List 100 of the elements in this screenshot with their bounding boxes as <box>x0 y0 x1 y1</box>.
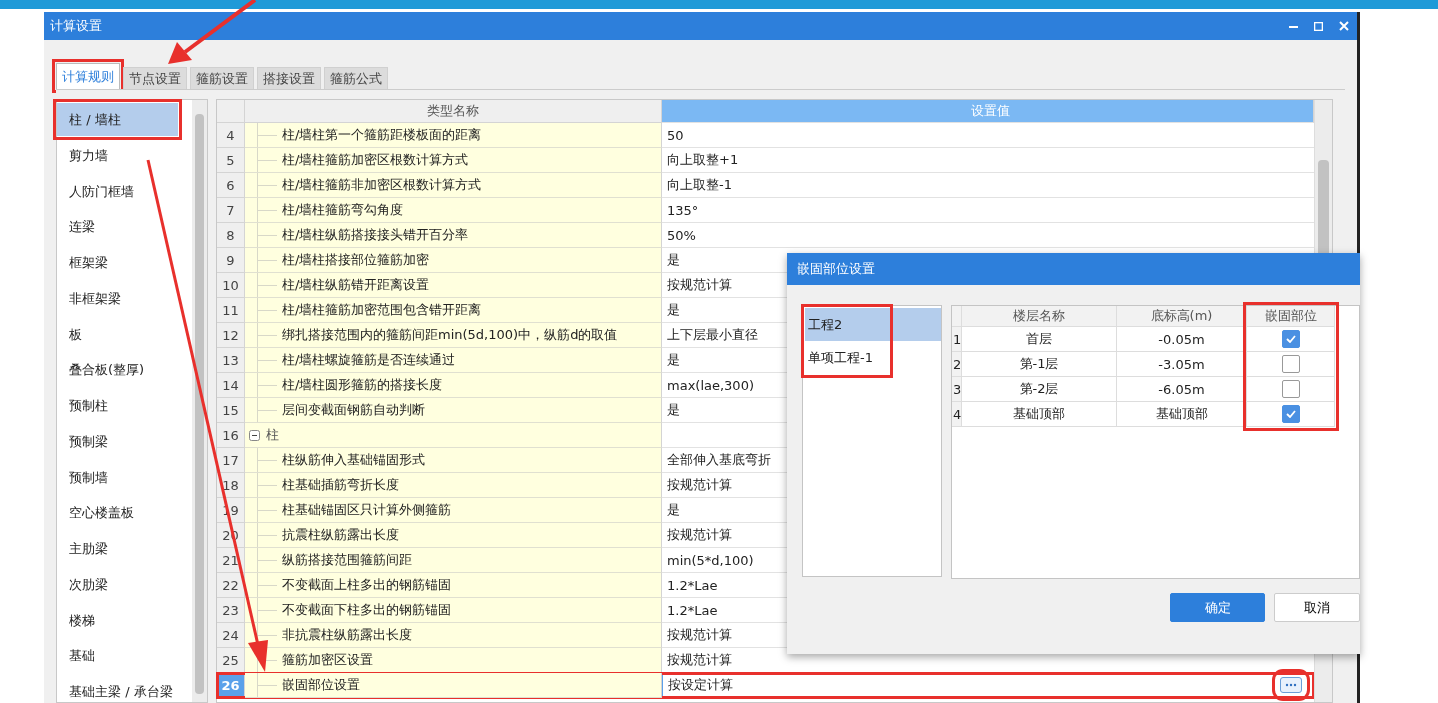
table-cell: 柱基础锚固区只计算外侧箍筋 <box>245 498 662 523</box>
cell-value: 是 <box>667 401 680 419</box>
cell-value: 向上取整-1 <box>667 176 732 194</box>
row-number: 24 <box>217 623 245 648</box>
row-number: 9 <box>217 248 245 273</box>
cell-value: 按规范计算 <box>667 651 732 669</box>
cell-value: 按规范计算 <box>667 526 732 544</box>
table-cell: 柱/墙柱螺旋箍筋是否连续通过 <box>245 348 662 373</box>
table-cell: 层间变截面钢筋自动判断 <box>245 398 662 423</box>
row-number: 11 <box>217 298 245 323</box>
cell-value: 按设定计算 <box>668 676 733 694</box>
row-number: 2 <box>952 352 962 377</box>
sidebar-item[interactable]: 次肋梁 <box>57 567 192 603</box>
cell-value: 全部伸入基底弯折 <box>667 451 771 469</box>
cell-value: 上下层最小直径 <box>667 326 758 344</box>
sidebar-item[interactable]: 主肋梁 <box>57 531 192 567</box>
table-cell: 嵌固部位设置 <box>245 673 662 698</box>
checkbox[interactable] <box>1281 405 1300 423</box>
project-item[interactable]: 工程2 <box>805 308 941 341</box>
table-cell: 柱/墙柱圆形箍筋的搭接长度 <box>245 373 662 398</box>
sidebar-item[interactable]: 剪力墙 <box>57 138 192 174</box>
table-cell: 柱/墙柱搭接部位箍筋加密 <box>245 248 662 273</box>
tab[interactable]: 箍筋公式 <box>324 67 388 89</box>
column-header: 设置值 <box>662 100 1314 123</box>
cell-value: 50 <box>667 127 684 143</box>
row-number: 12 <box>217 323 245 348</box>
table-cell: 首层 <box>962 327 1117 352</box>
table-cell: 不变截面下柱多出的钢筋锚固 <box>245 598 662 623</box>
sidebar-item[interactable]: 人防门框墙 <box>57 173 192 210</box>
sidebar-item[interactable]: 预制墙 <box>57 459 192 496</box>
tab[interactable]: 搭接设置 <box>257 67 321 89</box>
row-number: 6 <box>217 173 245 198</box>
table-cell: 柱纵筋伸入基础锚固形式 <box>245 448 662 473</box>
cancel-button[interactable]: 取消 <box>1274 593 1360 622</box>
table-cell: 基础顶部 <box>1117 402 1247 427</box>
sidebar-item[interactable]: 叠合板(整厚) <box>57 352 192 389</box>
cell-value: max(lae,300) <box>667 377 754 393</box>
table-cell: -0.05m <box>1117 327 1247 352</box>
project-item[interactable]: 单项工程-1 <box>805 341 889 374</box>
tab[interactable]: 节点设置 <box>123 67 187 89</box>
sidebar-item[interactable]: 框架梁 <box>57 245 192 281</box>
column-header: 底标高(m) <box>1117 306 1247 327</box>
row-number: 13 <box>217 348 245 373</box>
column-header: 嵌固部位 <box>1247 306 1335 327</box>
row-number: 5 <box>217 148 245 173</box>
sidebar-item[interactable]: 非框架梁 <box>57 281 192 317</box>
row-number: 4 <box>217 123 245 148</box>
cell-value: 是 <box>667 351 680 369</box>
row-number: 7 <box>217 198 245 223</box>
table-cell: 抗震柱纵筋露出长度 <box>245 523 662 548</box>
row-number: 23 <box>217 598 245 623</box>
table-cell: 柱/墙柱箍筋加密区根数计算方式 <box>245 148 662 173</box>
cell-value: 是 <box>667 301 680 319</box>
row-number: 10 <box>217 273 245 298</box>
sidebar-item[interactable]: 基础主梁 / 承台梁 <box>57 674 192 703</box>
column-header: 楼层名称 <box>962 306 1117 327</box>
table-cell: -3.05m <box>1117 352 1247 377</box>
row-number: 3 <box>952 377 962 402</box>
sidebar-item[interactable]: 楼梯 <box>57 602 192 639</box>
cell-value: 1.2*Lae <box>667 577 718 593</box>
table-cell: 箍筋加密区设置 <box>245 648 662 673</box>
sidebar-item[interactable]: 空心楼盖板 <box>57 495 192 532</box>
table-cell: -6.05m <box>1117 377 1247 402</box>
window-title: 计算设置 <box>50 17 103 35</box>
cell-value: 50% <box>667 227 696 243</box>
close-icon[interactable] <box>1339 21 1349 31</box>
checkbox[interactable] <box>1281 355 1300 373</box>
sidebar-item[interactable]: 连梁 <box>57 209 192 246</box>
sidebar-item[interactable]: 基础 <box>57 638 192 675</box>
table-cell: 柱/墙柱第一个箍筋距楼板面的距离 <box>245 123 662 148</box>
scrollbar[interactable] <box>192 100 207 702</box>
sidebar-item[interactable]: 预制柱 <box>57 388 192 424</box>
table-cell: 柱/墙柱箍筋加密范围包含错开距离 <box>245 298 662 323</box>
row-number: 4 <box>952 402 962 427</box>
row-number: 17 <box>217 448 245 473</box>
dialog-title: 嵌固部位设置 <box>787 253 1360 285</box>
maximize-icon[interactable] <box>1314 21 1323 31</box>
table-cell: 基础顶部 <box>962 402 1117 427</box>
column-header: 类型名称 <box>245 100 662 123</box>
row-number: 1 <box>952 327 962 352</box>
row-number: 14 <box>217 373 245 398</box>
row-number: 22 <box>217 573 245 598</box>
group-name: 柱 <box>266 426 279 444</box>
cell-value: 按规范计算 <box>667 626 732 644</box>
cell-value: 1.2*Lae <box>667 602 718 618</box>
row-number: 15 <box>217 398 245 423</box>
row-number: 25 <box>217 648 245 673</box>
cell-value: min(5*d,100) <box>667 552 754 568</box>
sidebar-item[interactable]: 预制梁 <box>57 424 192 460</box>
header-cell <box>952 306 962 327</box>
cell-value: 是 <box>667 501 680 519</box>
checkbox[interactable] <box>1281 380 1300 398</box>
tab[interactable]: 箍筋设置 <box>190 67 254 89</box>
row-number: 26 <box>217 673 245 698</box>
sidebar-item[interactable]: 板 <box>57 316 192 353</box>
checkbox[interactable] <box>1281 330 1300 348</box>
collapse-icon[interactable] <box>249 429 260 441</box>
more-icon <box>1285 683 1297 687</box>
ok-button[interactable]: 确定 <box>1170 593 1265 622</box>
table-cell: 不变截面上柱多出的钢筋锚固 <box>245 573 662 598</box>
